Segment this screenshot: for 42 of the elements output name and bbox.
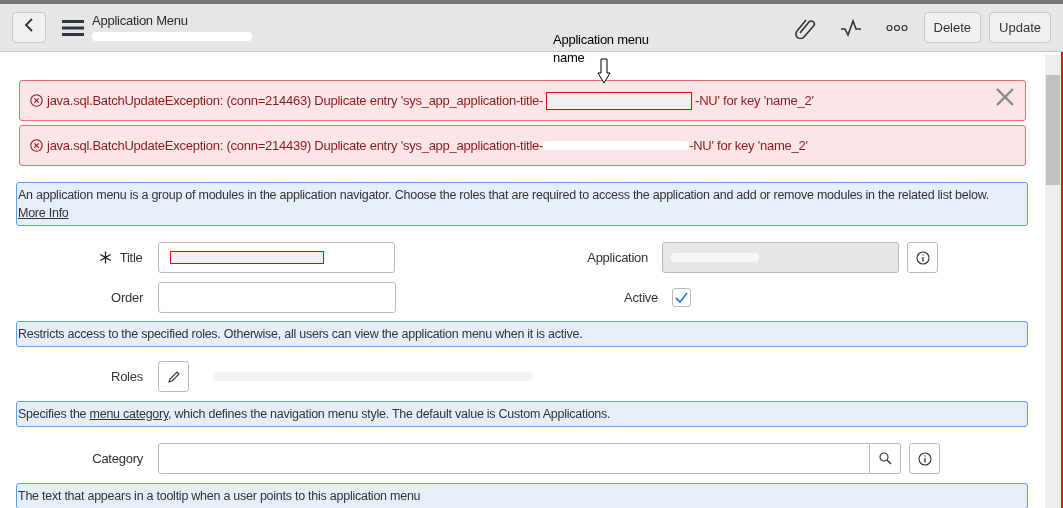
field-label: Category — [92, 450, 143, 466]
required-icon — [98, 251, 112, 264]
title-field[interactable] — [157, 242, 395, 273]
field-label: Title — [119, 248, 143, 267]
annotation-text: Application menu name — [553, 31, 650, 67]
info-box: Specifies the menu category, which defines the navigation menu style. The default value is Custom Applications. — [16, 401, 1028, 427]
down-arrow-icon — [597, 58, 611, 84]
window-title: Application Menu — [92, 14, 189, 28]
field-label: Application — [587, 249, 649, 265]
info-button[interactable] — [909, 443, 940, 474]
info-button[interactable] — [907, 242, 939, 273]
close-icon — [995, 87, 1015, 107]
active-checkbox[interactable] — [672, 288, 691, 307]
search-icon — [878, 452, 892, 465]
back-button[interactable] — [12, 12, 46, 43]
menu-icon[interactable] — [62, 18, 84, 37]
error-text: -NU' for key 'name_2' — [689, 137, 808, 153]
more-info-link[interactable]: More Info — [18, 206, 69, 220]
error-text: java.sql.BatchUpdateException: (conn=214439) Duplicate entry 'sys_app_application-title- — [47, 137, 544, 153]
back-icon — [24, 16, 34, 33]
field-label: Order — [111, 289, 143, 305]
pencil-icon — [166, 369, 181, 384]
info-box: The text that appears in a tooltip when a user points to this application menu — [16, 483, 1028, 508]
update-button[interactable]: Update — [989, 12, 1051, 43]
check-icon — [675, 292, 688, 303]
error-text: -NU' for key 'name_2' — [695, 92, 814, 108]
edit-button[interactable] — [158, 361, 189, 392]
activity-icon[interactable] — [839, 18, 862, 37]
order-field[interactable] — [158, 282, 396, 313]
search-button[interactable] — [870, 443, 901, 474]
more-icon[interactable] — [885, 23, 908, 32]
info-text: An application menu is a group of modules in the application navigator. Choose the roles that are required to access the application and add or remove modules in the related list below. — [18, 188, 990, 202]
info-icon — [917, 451, 932, 466]
info-icon — [915, 250, 930, 265]
error-text: java.sql.BatchUpdateException: (conn=214463) Duplicate entry 'sys_app_application-title- — [47, 92, 544, 108]
error-icon — [30, 94, 43, 107]
field-label: Active — [624, 289, 658, 305]
delete-button[interactable]: Delete — [923, 12, 982, 43]
info-box: Restricts access to the specified roles. Otherwise, all users can view the application menu when it is active. — [16, 321, 1028, 347]
field-label: Roles — [111, 368, 143, 384]
category-field[interactable] — [158, 443, 870, 474]
error-icon — [30, 139, 43, 152]
